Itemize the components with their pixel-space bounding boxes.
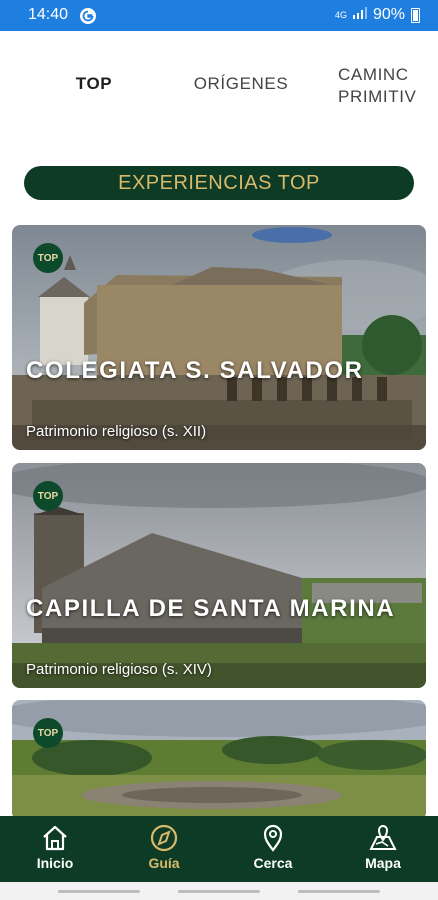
card-subtitle: Patrimonio religioso (s. XII) bbox=[26, 423, 207, 440]
system-navigation-bar bbox=[0, 882, 438, 900]
nav-inicio[interactable]: Inicio bbox=[15, 824, 95, 871]
tab-camino-primitivo[interactable]: CAMINC PRIMITIV bbox=[338, 64, 438, 108]
tab-origenes[interactable]: ORÍGENES bbox=[186, 74, 296, 94]
status-indicators: 4G 90% bbox=[335, 6, 420, 24]
nav-cerca[interactable]: Cerca bbox=[233, 824, 313, 871]
recent-apps-button[interactable] bbox=[58, 890, 140, 893]
compass-icon bbox=[150, 824, 178, 852]
top-badge: TOP bbox=[33, 481, 63, 511]
battery-percent: 90% bbox=[372, 6, 405, 23]
section-title-pill: EXPERIENCIAS TOP bbox=[24, 166, 414, 200]
nav-label: Cerca bbox=[253, 855, 293, 871]
tab-bar: TOP ORÍGENES CAMINC PRIMITIV bbox=[0, 31, 438, 139]
nav-label: Guía bbox=[148, 855, 180, 871]
g-icon bbox=[80, 8, 96, 24]
location-pin-icon bbox=[263, 824, 283, 852]
back-button[interactable] bbox=[298, 890, 380, 893]
card-title: CAPILLA DE SANTA MARINA bbox=[26, 595, 396, 622]
card-image bbox=[12, 225, 426, 450]
nav-mapa[interactable]: Mapa bbox=[343, 824, 423, 871]
status-time: 14:40 bbox=[28, 6, 69, 23]
signal-icon bbox=[352, 6, 367, 24]
card-image bbox=[12, 700, 426, 820]
nav-label: Mapa bbox=[365, 855, 401, 871]
experience-card[interactable]: TOP bbox=[12, 700, 426, 820]
top-badge: TOP bbox=[33, 243, 63, 273]
battery-icon bbox=[411, 7, 420, 23]
experience-card[interactable]: TOP COLEGIATA S. SALVADOR Patrimonio rel… bbox=[12, 225, 426, 450]
top-badge: TOP bbox=[33, 718, 63, 748]
bottom-navigation: Inicio Guía Cerca Mapa bbox=[0, 816, 438, 882]
map-icon bbox=[369, 825, 397, 850]
card-title: COLEGIATA S. SALVADOR bbox=[26, 357, 364, 384]
card-image bbox=[12, 463, 426, 688]
home-icon bbox=[43, 825, 67, 851]
home-button[interactable] bbox=[178, 890, 260, 893]
network-type: 4G bbox=[334, 9, 347, 20]
tab-top[interactable]: TOP bbox=[62, 74, 126, 94]
experience-card[interactable]: TOP CAPILLA DE SANTA MARINA Patrimonio r… bbox=[12, 463, 426, 688]
nav-label: Inicio bbox=[36, 855, 74, 871]
nav-guia[interactable]: Guía bbox=[124, 824, 204, 871]
card-subtitle: Patrimonio religioso (s. XIV) bbox=[26, 661, 212, 678]
status-bar: 14:40 4G 90% bbox=[0, 0, 438, 31]
